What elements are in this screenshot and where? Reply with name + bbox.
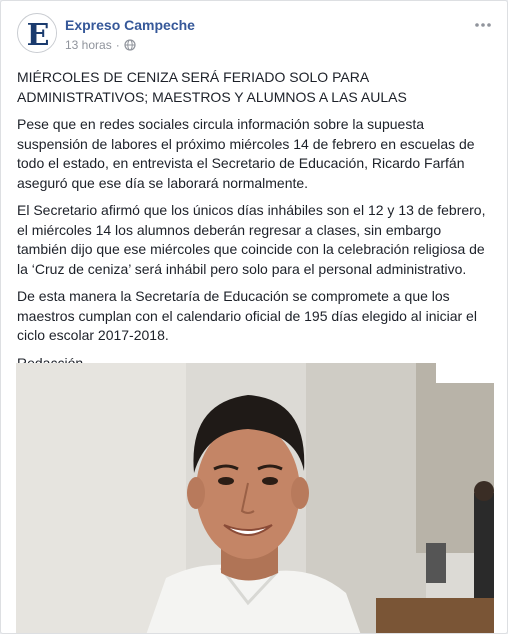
post-meta: 13 horas · (65, 38, 136, 52)
meta-separator: · (115, 38, 120, 52)
page-avatar[interactable]: E (17, 13, 57, 53)
post-body: MIÉRCOLES DE CENIZA SERÁ FERIADO SOLO PA… (17, 67, 493, 381)
post-timestamp[interactable]: 13 horas (65, 38, 112, 52)
post-header: E Expreso Campeche 13 horas · (17, 13, 495, 57)
svg-text:E: E (27, 18, 50, 53)
post-paragraph: Pese que en redes sociales circula infor… (17, 116, 475, 191)
more-options-icon[interactable] (471, 15, 495, 35)
post-photo[interactable] (16, 363, 494, 633)
post-card: E Expreso Campeche 13 horas · MIÉRCOLES … (0, 0, 508, 634)
man-portrait-image (16, 363, 494, 633)
post-headline: MIÉRCOLES DE CENIZA SERÁ FERIADO SOLO PA… (17, 69, 407, 105)
globe-icon[interactable] (124, 39, 136, 51)
post-paragraph: De esta manera la Secretaría de Educació… (17, 288, 477, 343)
post-paragraph: El Secretario afirmó que los únicos días… (17, 202, 486, 277)
page-name-link[interactable]: Expreso Campeche (65, 17, 195, 33)
expreso-logo-icon: E (19, 15, 56, 53)
